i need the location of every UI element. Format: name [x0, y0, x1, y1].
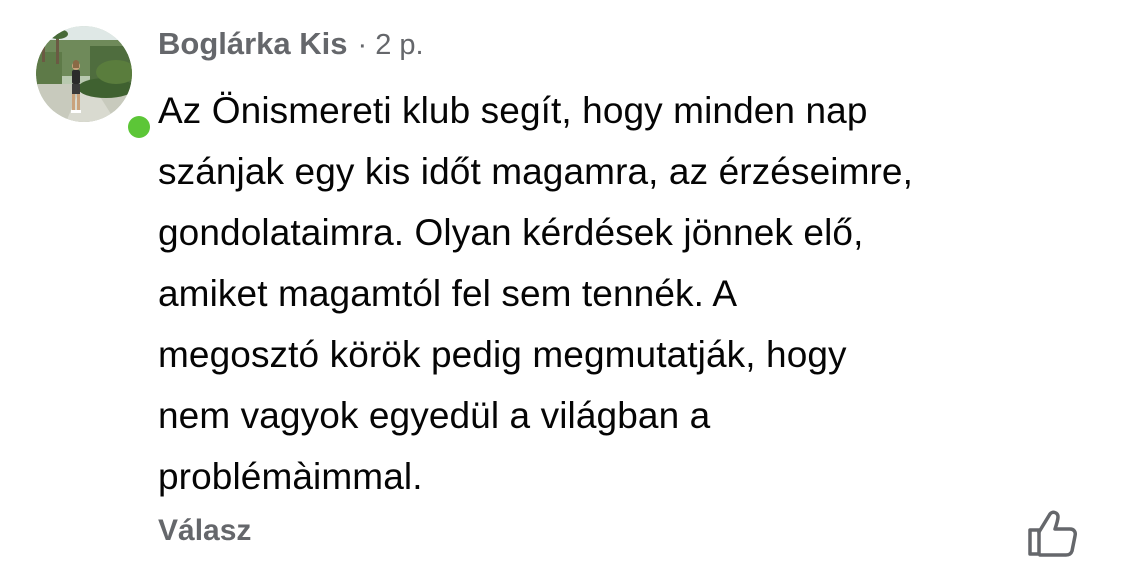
author-name[interactable]: Boglárka Kis	[158, 26, 348, 62]
comment-header: Boglárka Kis · 2 p.	[158, 26, 424, 70]
reply-button[interactable]: Válasz	[158, 514, 251, 548]
comment-text: Az Önismereti klub segít, hogy minden na…	[158, 90, 913, 497]
avatar[interactable]	[36, 26, 154, 142]
avatar-photo	[36, 26, 132, 122]
comment-timestamp[interactable]: 2 p.	[375, 29, 423, 62]
like-button[interactable]	[1026, 508, 1078, 558]
thumbs-up-icon	[1028, 510, 1077, 557]
online-status-icon	[124, 112, 154, 142]
meta-separator: ·	[357, 29, 368, 61]
comment: Boglárka Kis · 2 p. Az Önismereti klub s…	[0, 0, 1125, 580]
